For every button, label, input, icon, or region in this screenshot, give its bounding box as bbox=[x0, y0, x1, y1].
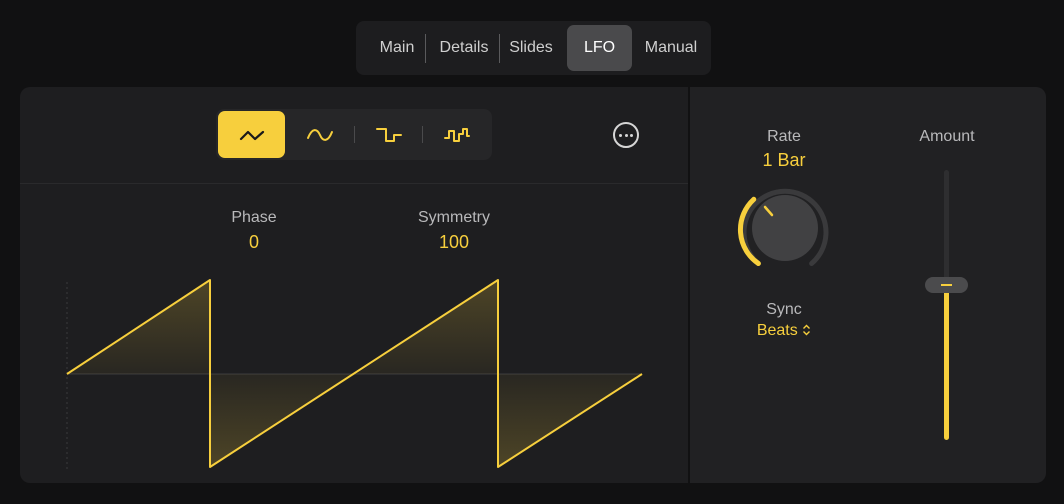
symmetry-label: Symmetry bbox=[418, 209, 490, 226]
waveform-selector bbox=[216, 109, 492, 160]
knob-body bbox=[752, 195, 818, 261]
symmetry-value[interactable]: 100 bbox=[394, 232, 514, 253]
more-options-button[interactable] bbox=[613, 122, 639, 148]
sync-selector[interactable]: Beats bbox=[724, 322, 844, 340]
sync-value: Beats bbox=[756, 322, 798, 339]
ellipsis-dot bbox=[624, 134, 628, 137]
rate-value[interactable]: 1 Bar bbox=[724, 150, 844, 171]
waveform-separator bbox=[354, 126, 355, 143]
sync-label: Sync bbox=[766, 301, 802, 318]
sine-wave-icon bbox=[307, 128, 333, 141]
amount-label: Amount bbox=[919, 128, 975, 145]
waveform-sine-button[interactable] bbox=[288, 111, 352, 158]
phase-value[interactable]: 0 bbox=[204, 232, 304, 253]
amount-slider-fill bbox=[944, 286, 949, 440]
rate-knob[interactable] bbox=[735, 185, 835, 275]
tab-separator bbox=[425, 34, 426, 63]
waveform-triangle-button[interactable] bbox=[218, 111, 285, 158]
phase-label: Phase bbox=[231, 209, 277, 226]
ellipsis-dot bbox=[619, 134, 622, 137]
tab-bar: Main Details Slides LFO Manual bbox=[356, 21, 711, 75]
tab-lfo[interactable]: LFO bbox=[567, 25, 632, 71]
lfo-controls-panel bbox=[690, 87, 1046, 483]
tab-slides[interactable]: Slides bbox=[502, 25, 560, 71]
rate-label: Rate bbox=[767, 128, 801, 145]
ellipsis-dot bbox=[630, 134, 633, 137]
tab-details[interactable]: Details bbox=[430, 25, 498, 71]
waveform-random-button[interactable] bbox=[424, 111, 490, 158]
chevron-up-down-icon bbox=[803, 324, 811, 336]
waveform-square-button[interactable] bbox=[357, 111, 421, 158]
waveform-separator bbox=[422, 126, 423, 143]
square-wave-icon bbox=[376, 127, 402, 142]
triangle-wave-icon bbox=[239, 130, 264, 140]
amount-slider-thumb[interactable] bbox=[925, 277, 968, 293]
lfo-waveform-display bbox=[66, 279, 643, 470]
tab-separator bbox=[499, 34, 500, 63]
slider-thumb-mark bbox=[941, 284, 952, 286]
tab-manual[interactable]: Manual bbox=[636, 25, 706, 71]
tab-main[interactable]: Main bbox=[366, 25, 428, 71]
random-wave-icon bbox=[444, 127, 470, 142]
panel-divider bbox=[20, 183, 688, 184]
